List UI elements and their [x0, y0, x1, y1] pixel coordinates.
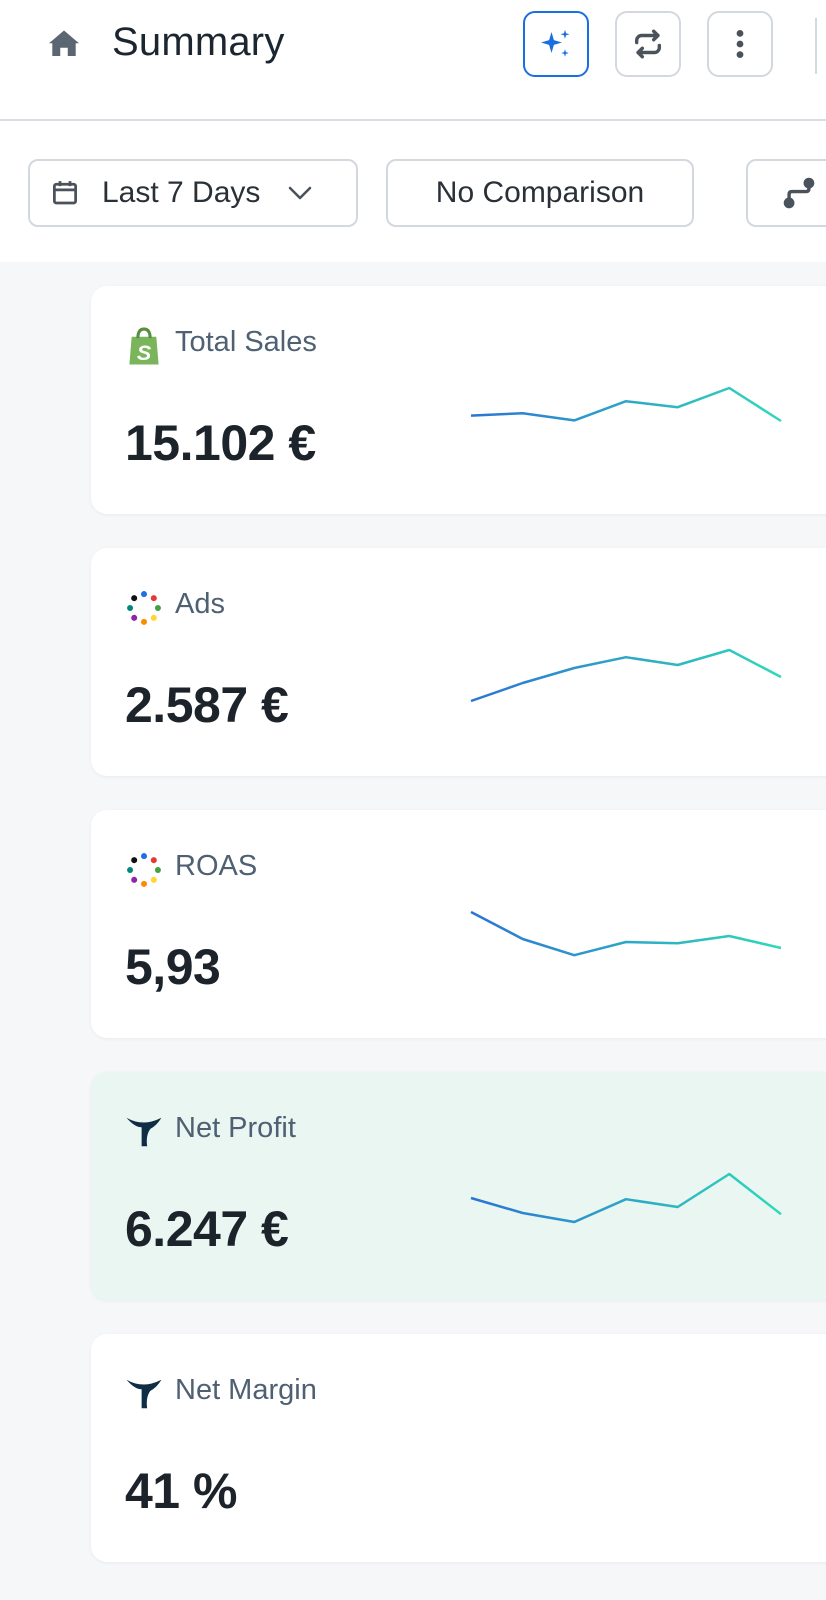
chevron-down-icon: [289, 186, 312, 200]
home-icon[interactable]: [46, 26, 82, 62]
sparkles-icon: [541, 29, 570, 57]
svg-text:S: S: [137, 341, 152, 365]
metric-card-total-sales[interactable]: S Total Sales 15.102 €: [91, 286, 826, 514]
attribution-button[interactable]: [746, 159, 826, 227]
page-title: Summary: [112, 20, 285, 64]
trend-sparkline: [470, 386, 782, 423]
metric-card-roas[interactable]: ROAS 5,93: [91, 810, 826, 1038]
top-bar: Summary: [0, 0, 826, 121]
metric-value: 5,93: [125, 939, 221, 995]
filter-bar: Last 7 Days No Comparison: [0, 121, 826, 262]
dots-circle-icon: [127, 853, 161, 887]
metric-label: ROAS: [175, 850, 258, 882]
sparkline-path: [470, 910, 782, 957]
route-icon: [783, 177, 815, 209]
metric-card-net-profit[interactable]: Net Profit 6.247 €: [91, 1072, 826, 1300]
sparkline-path: [470, 1172, 782, 1224]
date-range-picker[interactable]: Last 7 Days: [28, 159, 358, 227]
metric-value: 6.247 €: [125, 1201, 289, 1257]
refresh-button[interactable]: [615, 11, 681, 77]
refresh-icon: [634, 29, 662, 59]
dots-circle-icon: [127, 591, 161, 625]
triple-whale-icon: [126, 1379, 162, 1409]
comparison-label: No Comparison: [435, 176, 645, 209]
metric-value: 15.102 €: [125, 415, 316, 471]
trend-sparkline: [470, 648, 782, 703]
comparison-selector[interactable]: No Comparison: [386, 159, 694, 227]
trend-sparkline: [470, 1172, 782, 1224]
sparkline-path: [470, 648, 782, 703]
triple-whale-icon: [126, 1117, 162, 1147]
metric-label: Ads: [175, 588, 225, 620]
metric-card-net-margin[interactable]: Net Margin 41 %: [91, 1334, 826, 1562]
metric-value: 41 %: [125, 1463, 237, 1519]
more-options-button[interactable]: [707, 11, 773, 77]
metric-label: Net Margin: [175, 1374, 317, 1406]
header-divider: [815, 18, 817, 74]
date-range-label: Last 7 Days: [102, 176, 261, 209]
metric-value: 2.587 €: [125, 677, 289, 733]
ai-assistant-button[interactable]: [523, 11, 589, 77]
metric-card-ads[interactable]: Ads 2.587 €: [91, 548, 826, 776]
metric-label: Net Profit: [175, 1112, 296, 1144]
sparkline-path: [470, 386, 782, 423]
calendar-icon: [53, 181, 77, 205]
metric-label: Total Sales: [175, 326, 317, 358]
more-vertical-icon: [736, 29, 744, 59]
trend-sparkline: [470, 910, 782, 957]
shopify-icon: S: [129, 327, 159, 365]
